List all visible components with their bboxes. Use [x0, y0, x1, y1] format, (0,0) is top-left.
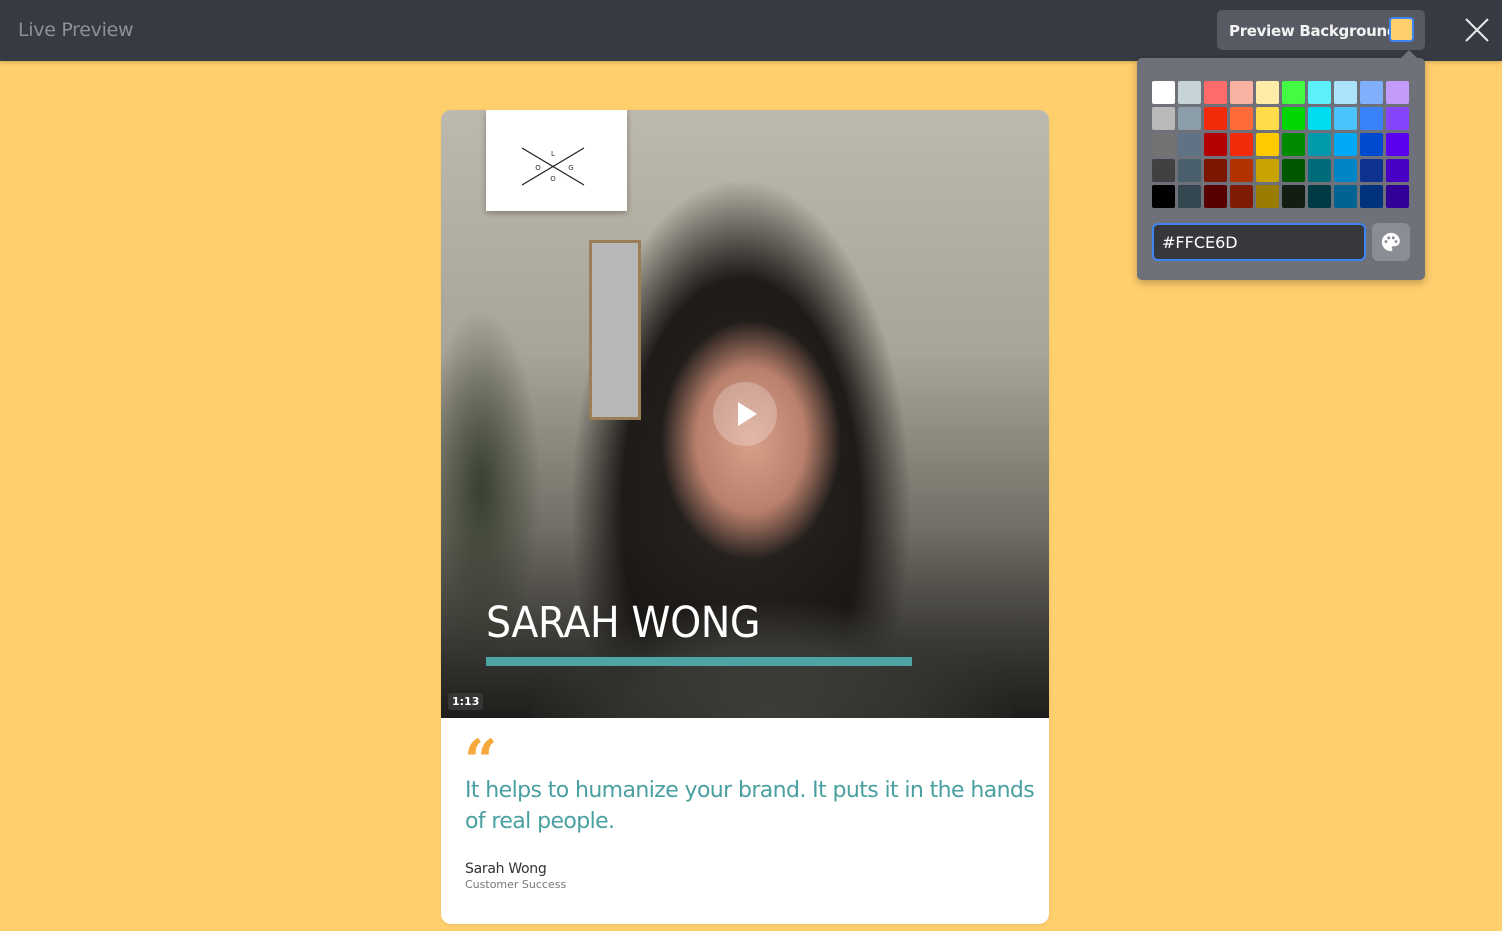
color-swatch[interactable]	[1178, 159, 1201, 182]
color-swatch[interactable]	[1204, 81, 1227, 104]
color-swatch[interactable]	[1256, 107, 1279, 130]
preview-background-button[interactable]: Preview Background	[1217, 10, 1425, 50]
logo-letter-left: O	[535, 164, 541, 172]
color-swatch[interactable]	[1308, 185, 1331, 208]
color-swatch[interactable]	[1360, 107, 1383, 130]
palette-icon	[1381, 232, 1400, 252]
color-swatch[interactable]	[1386, 159, 1409, 182]
color-picker-popover	[1137, 50, 1425, 280]
color-swatch-grid	[1152, 81, 1409, 208]
author-name: Sarah Wong	[465, 861, 547, 877]
brand-logo: L O G O	[486, 110, 627, 211]
color-swatch[interactable]	[1178, 133, 1201, 156]
preview-background-label: Preview Background	[1229, 22, 1398, 40]
color-swatch[interactable]	[1256, 133, 1279, 156]
logo-letter-bottom: O	[550, 175, 556, 183]
close-icon	[1465, 18, 1489, 42]
video-player[interactable]: L O G O SARAH WONG 1:13	[441, 110, 1049, 718]
color-swatch[interactable]	[1230, 133, 1253, 156]
color-swatch[interactable]	[1178, 81, 1201, 104]
color-swatch[interactable]	[1230, 81, 1253, 104]
background-picture-frame	[589, 240, 641, 420]
testimonial-card: L O G O SARAH WONG 1:13 “ It helps to hu…	[441, 110, 1049, 924]
top-bar: Live Preview Preview Background	[0, 0, 1502, 61]
popover-arrow	[1401, 50, 1417, 58]
color-swatch[interactable]	[1308, 133, 1331, 156]
page-title: Live Preview	[18, 19, 134, 41]
color-swatch[interactable]	[1360, 185, 1383, 208]
color-swatch[interactable]	[1204, 185, 1227, 208]
color-swatch[interactable]	[1230, 159, 1253, 182]
palette-button[interactable]	[1372, 223, 1410, 261]
color-swatch[interactable]	[1282, 159, 1305, 182]
color-swatch[interactable]	[1308, 81, 1331, 104]
color-swatch[interactable]	[1256, 81, 1279, 104]
quote-icon: “	[464, 732, 498, 772]
color-swatch[interactable]	[1334, 107, 1357, 130]
color-swatch[interactable]	[1178, 185, 1201, 208]
color-swatch[interactable]	[1152, 81, 1175, 104]
hex-color-input[interactable]	[1152, 223, 1366, 261]
color-swatch[interactable]	[1386, 133, 1409, 156]
color-swatch[interactable]	[1178, 107, 1201, 130]
play-icon	[738, 402, 757, 426]
color-swatch[interactable]	[1386, 107, 1409, 130]
color-swatch[interactable]	[1334, 133, 1357, 156]
color-swatch[interactable]	[1230, 107, 1253, 130]
color-swatch[interactable]	[1360, 159, 1383, 182]
color-swatch[interactable]	[1152, 133, 1175, 156]
logo-icon: L O G O	[521, 147, 585, 186]
color-swatch[interactable]	[1386, 81, 1409, 104]
color-swatch[interactable]	[1282, 133, 1305, 156]
color-swatch[interactable]	[1152, 107, 1175, 130]
close-button[interactable]	[1462, 15, 1492, 45]
color-swatch[interactable]	[1308, 107, 1331, 130]
author-role: Customer Success	[465, 878, 567, 891]
testimonial-quote: It helps to humanize your brand. It puts…	[465, 778, 1035, 834]
logo-letter-top: L	[551, 150, 555, 158]
color-swatch[interactable]	[1152, 159, 1175, 182]
play-button[interactable]	[713, 382, 777, 446]
color-swatch[interactable]	[1360, 133, 1383, 156]
color-swatch[interactable]	[1282, 185, 1305, 208]
color-swatch[interactable]	[1204, 107, 1227, 130]
color-swatch[interactable]	[1308, 159, 1331, 182]
color-swatch[interactable]	[1386, 185, 1409, 208]
color-swatch[interactable]	[1256, 159, 1279, 182]
color-swatch[interactable]	[1334, 185, 1357, 208]
color-swatch[interactable]	[1230, 185, 1253, 208]
logo-letter-right: G	[568, 164, 573, 172]
video-duration: 1:13	[448, 693, 484, 710]
color-swatch[interactable]	[1204, 133, 1227, 156]
name-underline-bar	[486, 657, 912, 666]
color-swatch[interactable]	[1282, 107, 1305, 130]
color-swatch[interactable]	[1334, 159, 1357, 182]
color-swatch[interactable]	[1204, 159, 1227, 182]
preview-background-swatch[interactable]	[1389, 17, 1414, 42]
color-swatch[interactable]	[1334, 81, 1357, 104]
video-name-title: SARAH WONG	[486, 598, 761, 648]
color-swatch[interactable]	[1256, 185, 1279, 208]
color-swatch[interactable]	[1152, 185, 1175, 208]
color-swatch[interactable]	[1360, 81, 1383, 104]
color-swatch[interactable]	[1282, 81, 1305, 104]
